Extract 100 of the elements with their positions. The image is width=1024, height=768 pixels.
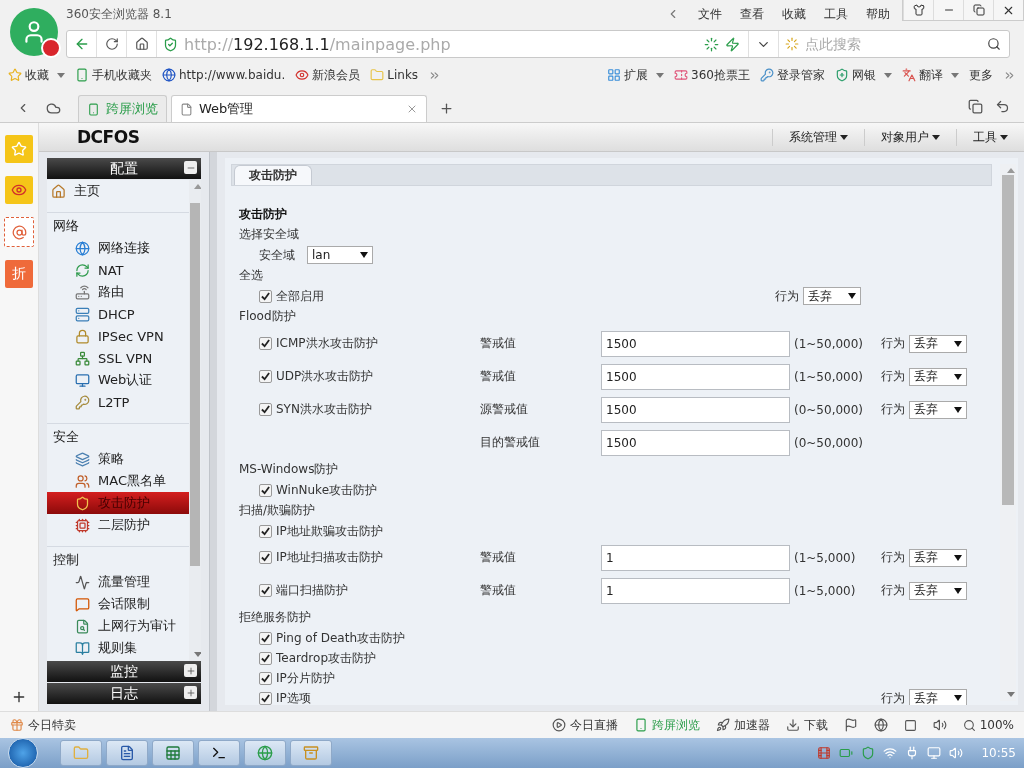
threshold-field[interactable]: 1500 — [601, 330, 790, 357]
nav-item[interactable]: 路由 — [47, 281, 189, 303]
checkbox[interactable] — [259, 551, 272, 564]
threshold-field[interactable]: 1 — [601, 544, 790, 571]
windows-icon[interactable] — [968, 98, 983, 114]
search-field[interactable]: 点此搜索 — [803, 35, 967, 53]
threshold-field[interactable]: 1500 — [601, 429, 790, 456]
add-icon[interactable] — [11, 689, 27, 705]
browser-tab[interactable]: Web管理 — [171, 95, 427, 122]
checkbox[interactable] — [259, 483, 272, 497]
menu-item[interactable]: 收藏 — [782, 5, 806, 23]
nav-item[interactable]: 主页 — [47, 180, 189, 202]
url-text[interactable]: http://192.168.1.1/mainpage.php — [184, 34, 704, 54]
user-avatar[interactable] — [10, 8, 58, 56]
bookmark-item[interactable]: Links — [370, 68, 419, 82]
nav-item[interactable]: L2TP — [47, 391, 189, 413]
checkbox[interactable] — [259, 651, 272, 665]
nav-item[interactable]: SSL VPN — [47, 347, 189, 369]
checkbox[interactable] — [259, 671, 272, 685]
scrollbar[interactable] — [189, 180, 201, 661]
nav-item[interactable]: Web认证 — [47, 369, 189, 391]
flag-icon[interactable] — [843, 718, 858, 732]
bookmark-item[interactable]: 手机收藏夹 — [75, 66, 152, 84]
menu-item[interactable]: 工具 — [824, 5, 848, 23]
action-select[interactable]: 丢弃 — [909, 689, 967, 705]
bookmark-item[interactable]: 新浪会员 — [295, 66, 361, 84]
nav-item[interactable]: NAT — [47, 259, 189, 281]
panel-header[interactable]: 监控 — [47, 661, 201, 682]
undo-icon[interactable] — [995, 98, 1010, 114]
nav-item[interactable]: DHCP — [47, 303, 189, 325]
checkbox[interactable] — [259, 370, 272, 383]
status-item[interactable]: 下载 — [785, 716, 828, 734]
zone-select[interactable]: lan — [307, 246, 373, 264]
bookmark-item[interactable]: 收藏 — [8, 66, 65, 84]
extension-item[interactable]: 扩展 — [607, 66, 665, 84]
checkbox[interactable] — [259, 289, 272, 303]
threshold-field[interactable]: 1500 — [601, 396, 790, 423]
nav-item[interactable]: 流量管理 — [47, 571, 189, 593]
bookmark-item[interactable]: http://www.baidu. — [162, 68, 286, 82]
taskbar-app[interactable] — [152, 740, 194, 766]
menu-item[interactable]: 查看 — [740, 5, 764, 23]
zoom-level[interactable]: 100% — [962, 718, 1014, 732]
action-select[interactable]: 丢弃 — [909, 334, 967, 353]
panel-header[interactable]: 日志 — [47, 683, 201, 704]
taskbar-app[interactable] — [244, 740, 286, 766]
start-button[interactable] — [8, 738, 38, 768]
taskbar-app[interactable] — [290, 740, 332, 766]
taskbar-app[interactable] — [106, 740, 148, 766]
status-item[interactable]: 加速器 — [715, 716, 770, 734]
nav-item[interactable]: 会话限制 — [47, 593, 189, 615]
top-menu-item[interactable]: 对象用户 — [864, 128, 956, 146]
nav-item[interactable]: 规则集 — [47, 637, 189, 659]
menu-item[interactable]: 帮助 — [866, 5, 890, 23]
checkbox[interactable] — [259, 337, 272, 350]
content-tab[interactable]: 攻击防护 — [234, 165, 312, 185]
checkbox[interactable] — [259, 584, 272, 597]
top-menu-item[interactable]: 系统管理 — [772, 128, 864, 146]
taskbar-app[interactable] — [198, 740, 240, 766]
nav-item[interactable]: MAC黑名单 — [47, 470, 189, 492]
close-button[interactable] — [993, 0, 1023, 20]
extension-item[interactable]: 360抢票王 — [674, 66, 750, 84]
checkbox[interactable] — [259, 403, 272, 416]
speaker-icon[interactable] — [932, 718, 947, 732]
action-select[interactable]: 丢弃 — [909, 400, 967, 419]
action-select[interactable]: 丢弃 — [803, 287, 861, 305]
action-select[interactable]: 丢弃 — [909, 581, 967, 600]
nav-item[interactable]: 策略 — [47, 448, 189, 470]
extension-item[interactable]: 更多 — [969, 66, 993, 84]
extension-item[interactable]: 登录管家 — [760, 66, 825, 84]
weibo-button[interactable] — [5, 176, 33, 204]
nav-item[interactable]: 上网行为审计 — [47, 615, 189, 637]
nav-item[interactable]: IPSec VPN — [47, 325, 189, 347]
film-icon[interactable] — [817, 746, 832, 760]
expand-button[interactable] — [184, 664, 197, 677]
minimize-button[interactable] — [933, 0, 963, 20]
extension-item[interactable]: 翻译 — [902, 66, 959, 84]
close-icon[interactable] — [406, 103, 418, 115]
checkbox[interactable] — [259, 631, 272, 645]
action-select[interactable]: 丢弃 — [909, 367, 967, 386]
nav-item[interactable]: 网络连接 — [47, 237, 189, 259]
skin-button[interactable] — [903, 0, 933, 20]
nav-item[interactable]: 二层防护 — [47, 514, 189, 536]
network-icon[interactable] — [883, 746, 898, 760]
expand-button[interactable] — [184, 686, 197, 699]
panel-header[interactable]: 配置 — [47, 158, 201, 179]
collapse-button[interactable] — [184, 161, 197, 174]
mail-button[interactable] — [4, 217, 34, 247]
checkbox[interactable] — [259, 691, 272, 705]
menu-item[interactable]: 文件 — [698, 5, 722, 23]
top-menu-item[interactable]: 工具 — [956, 128, 1024, 146]
search-icon[interactable] — [987, 37, 1001, 51]
extension-item[interactable]: 网银 — [835, 66, 892, 84]
action-select[interactable]: 丢弃 — [909, 548, 967, 567]
threshold-field[interactable]: 1 — [601, 577, 790, 604]
threshold-field[interactable]: 1500 — [601, 363, 790, 390]
address-bar[interactable]: http://192.168.1.1/mainpage.php 点此搜索 — [66, 30, 1010, 58]
window-icon[interactable] — [903, 718, 917, 732]
status-item[interactable]: 今日直播 — [551, 716, 618, 734]
checkbox[interactable] — [259, 524, 272, 538]
deals-link[interactable]: 今日特卖 — [10, 716, 76, 734]
